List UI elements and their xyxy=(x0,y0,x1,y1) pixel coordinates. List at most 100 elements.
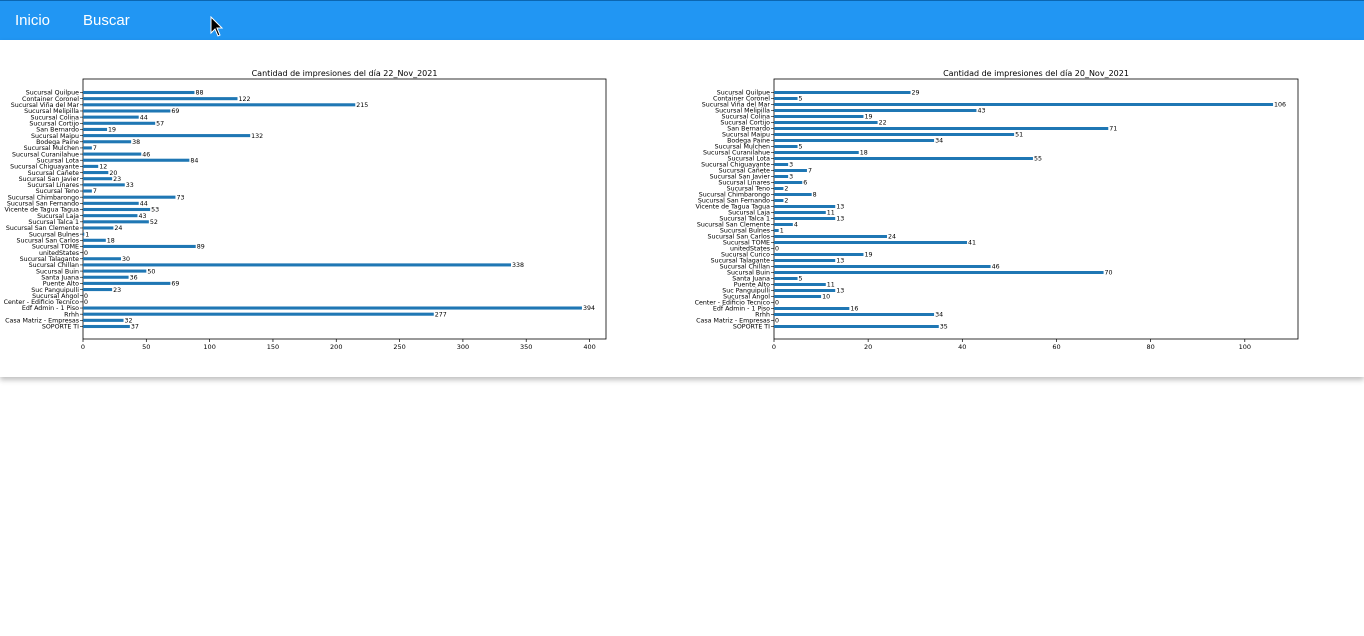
bar xyxy=(774,259,836,262)
bar xyxy=(83,201,139,205)
y-tick-label: SOPORTE TI xyxy=(733,324,770,331)
bar xyxy=(83,164,99,168)
bar xyxy=(774,253,864,256)
bar xyxy=(83,121,156,125)
bar-value-label: 69 xyxy=(171,281,179,288)
bar xyxy=(774,187,784,190)
x-tick-label: 350 xyxy=(520,343,532,351)
bar xyxy=(774,91,911,94)
bar xyxy=(83,312,434,316)
chart-22-nov-2021: Cantidad de impresiones del día 22_Nov_2… xyxy=(4,69,607,351)
bar xyxy=(774,121,878,124)
bar xyxy=(83,115,139,119)
bar-value-label: 13 xyxy=(836,204,844,211)
bar xyxy=(774,205,836,208)
bar xyxy=(83,183,125,187)
bar xyxy=(83,127,108,131)
bar xyxy=(774,235,887,238)
bar-value-label: 52 xyxy=(150,219,158,226)
bar-value-label: 16 xyxy=(850,306,858,313)
bar xyxy=(83,207,151,212)
bar xyxy=(83,220,149,224)
bar-value-label: 5 xyxy=(799,276,803,283)
bar-value-label: 18 xyxy=(107,237,115,244)
chart-title: Cantidad de impresiones del día 22_Nov_2… xyxy=(252,69,438,78)
bar-value-label: 35 xyxy=(940,324,948,331)
bar xyxy=(83,97,238,101)
bar xyxy=(774,169,807,172)
bar xyxy=(774,223,793,226)
bar-value-label: 1 xyxy=(780,228,784,235)
bar xyxy=(774,265,991,268)
bar xyxy=(83,257,121,261)
x-tick-label: 0 xyxy=(772,343,776,351)
bar xyxy=(774,97,798,100)
bar-value-label: 30 xyxy=(122,256,130,263)
bar-value-label: 36 xyxy=(130,274,138,281)
bar xyxy=(774,241,968,244)
bar-value-label: 89 xyxy=(197,244,205,251)
bar-value-label: 38 xyxy=(132,139,140,146)
bar xyxy=(774,145,798,148)
bar-value-label: 73 xyxy=(176,194,184,201)
bar-value-label: 33 xyxy=(126,182,134,189)
bar-value-label: 3 xyxy=(789,174,793,181)
bar-value-label: 53 xyxy=(151,207,159,214)
bar-value-label: 24 xyxy=(114,225,122,232)
bar xyxy=(774,139,935,142)
x-tick-label: 100 xyxy=(203,343,215,351)
bar xyxy=(83,306,582,310)
x-tick-label: 50 xyxy=(142,343,150,351)
bar-value-label: 0 xyxy=(775,246,779,253)
bar-value-label: 0 xyxy=(775,318,779,325)
bar xyxy=(83,244,196,248)
bar-value-label: 132 xyxy=(251,133,263,140)
bar xyxy=(774,199,784,202)
bar-value-label: 8 xyxy=(813,192,817,199)
bar xyxy=(83,232,85,236)
bar xyxy=(774,271,1104,274)
bar-value-label: 43 xyxy=(977,108,985,115)
bar xyxy=(83,275,129,279)
bar xyxy=(83,140,132,144)
bar-value-label: 19 xyxy=(864,252,872,259)
bar-value-label: 46 xyxy=(142,151,150,158)
bar xyxy=(83,195,176,199)
bar-value-label: 29 xyxy=(912,90,920,97)
bar xyxy=(774,175,789,178)
bar xyxy=(774,133,1015,136)
bar-value-label: 0 xyxy=(84,299,88,306)
bar xyxy=(774,127,1109,130)
charts-card: Cantidad de impresiones del día 22_Nov_2… xyxy=(0,40,1364,377)
bar xyxy=(83,103,356,107)
bar-value-label: 13 xyxy=(836,216,844,223)
plot-frame xyxy=(82,78,607,340)
bar xyxy=(83,146,92,150)
bar xyxy=(774,313,935,316)
bar-value-label: 13 xyxy=(836,288,844,295)
bar-value-label: 11 xyxy=(827,210,835,217)
x-tick-label: 100 xyxy=(1239,343,1251,351)
bar xyxy=(83,269,147,273)
chart-20-nov-2021: Cantidad de impresiones del día 20_Nov_2… xyxy=(695,69,1299,351)
bar-value-label: 1 xyxy=(85,231,89,238)
bar-value-label: 19 xyxy=(864,114,872,121)
nav-buscar-link[interactable]: Buscar xyxy=(83,12,130,29)
bar-value-label: 18 xyxy=(860,150,868,157)
bar xyxy=(774,283,826,286)
bar xyxy=(83,158,190,162)
bar-value-label: 19 xyxy=(108,127,116,134)
bar xyxy=(83,226,114,230)
chart-title: Cantidad de impresiones del día 20_Nov_2… xyxy=(943,69,1129,78)
x-tick-label: 400 xyxy=(583,343,595,351)
bar-value-label: 277 xyxy=(435,311,447,318)
bar-value-label: 2 xyxy=(784,198,788,205)
bar xyxy=(83,288,113,292)
bar xyxy=(774,103,1274,106)
bar xyxy=(83,324,130,329)
bar xyxy=(774,181,803,184)
bar-value-label: 46 xyxy=(992,264,1000,271)
nav-inicio-link[interactable]: Inicio xyxy=(15,12,50,29)
bar-value-label: 70 xyxy=(1105,270,1113,277)
bar xyxy=(83,281,171,285)
